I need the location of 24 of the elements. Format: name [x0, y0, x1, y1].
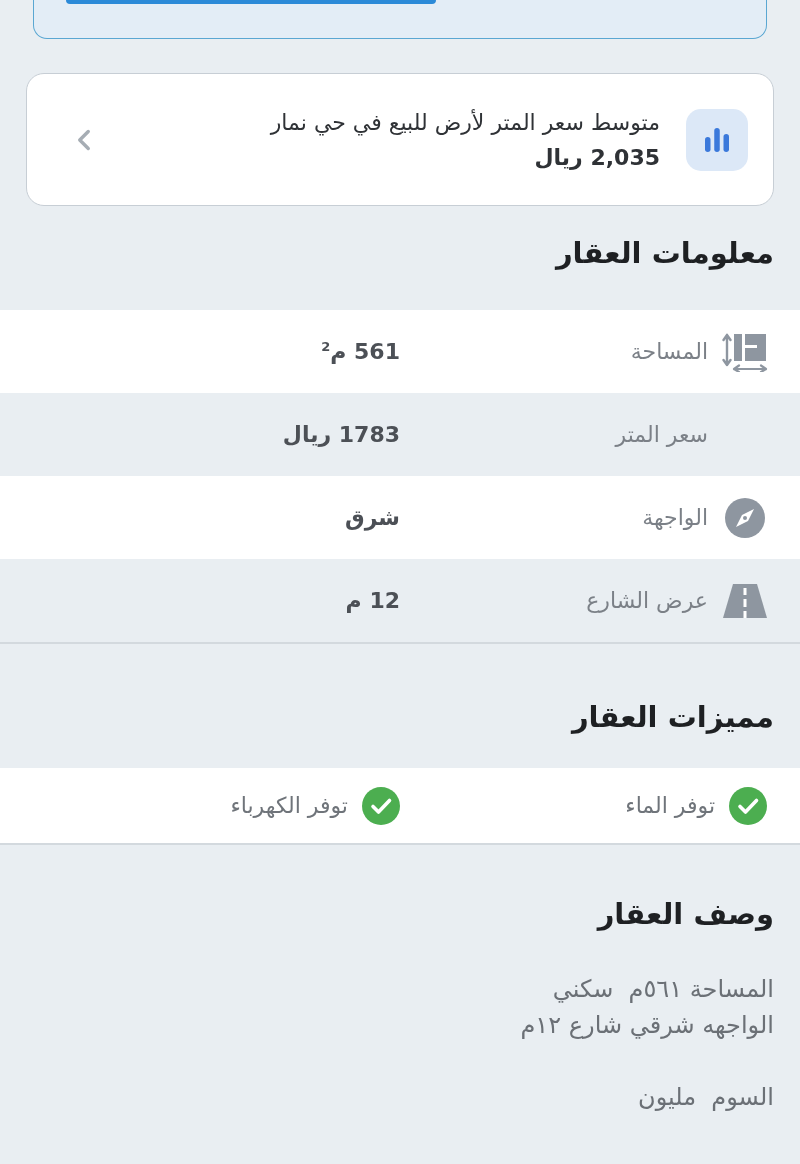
- insight-title: متوسط سعر المتر لأرض للبيع في حي نمار: [270, 108, 660, 138]
- floor-plan-icon: [722, 331, 768, 372]
- detail-label: الواجهة: [642, 505, 708, 530]
- road-icon: [723, 583, 767, 618]
- description-text: السوم مليون: [638, 1082, 774, 1113]
- section-heading: مميزات العقار: [571, 699, 774, 736]
- feature-label: توفر الماء: [625, 793, 715, 818]
- check-icon: [362, 786, 400, 825]
- description-text: المساحة ٥٦١م سكني الواجهه شرقي شارع ١٢م: [520, 974, 774, 1041]
- compass-icon: [725, 497, 765, 538]
- section-heading: معلومات العقار: [555, 235, 774, 272]
- action-button[interactable]: [66, 0, 436, 4]
- detail-value: شرق: [345, 505, 400, 530]
- price-insight-card[interactable]: متوسط سعر المتر لأرض للبيع في حي نمار 2,035 ريال: [26, 73, 774, 206]
- bar-chart-icon: [686, 108, 748, 171]
- insight-value: 2,035 ريال: [534, 143, 660, 172]
- detail-label: عرض الشارع: [586, 588, 708, 613]
- detail-value: 1783 ريال: [282, 422, 400, 447]
- feature-label: توفر الكهرباء: [230, 793, 348, 818]
- check-icon: [729, 786, 767, 825]
- detail-value: 12 م: [345, 588, 400, 613]
- detail-label: المساحة: [630, 339, 708, 364]
- section-heading: وصف العقار: [597, 896, 774, 933]
- detail-label: سعر المتر: [615, 422, 708, 447]
